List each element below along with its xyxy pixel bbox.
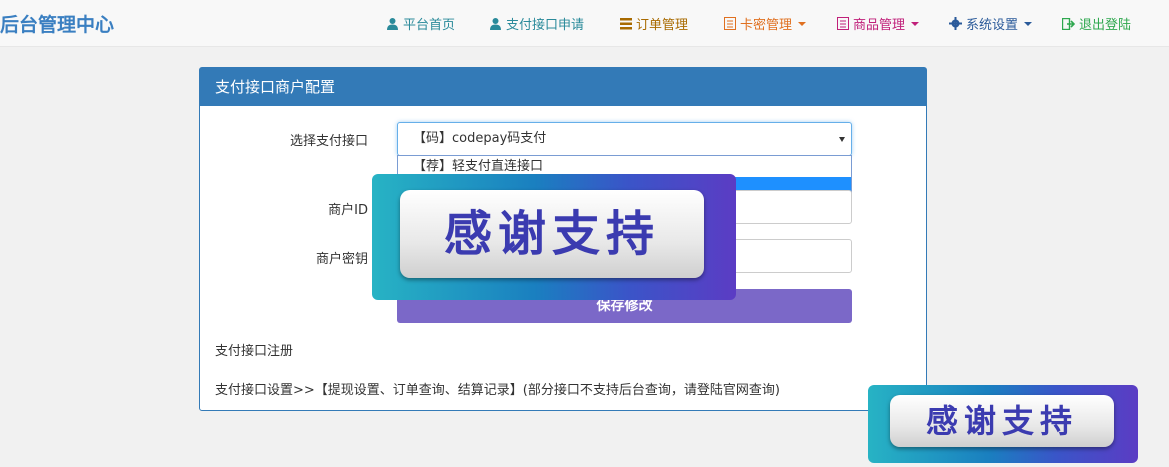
select-label: 选择支付接口 bbox=[289, 134, 368, 149]
nav-logout-label: 退出登陆 bbox=[1079, 18, 1132, 33]
nav-logout[interactable]: 退出登陆 bbox=[1062, 14, 1131, 33]
nav-system-settings-label: 系统设置 bbox=[966, 18, 1019, 33]
book-icon bbox=[724, 17, 736, 30]
thanks-overlay-text-small: 感谢支持 bbox=[890, 395, 1114, 447]
nav-orders[interactable]: 订单管理 bbox=[620, 14, 688, 33]
nav-pay-apply[interactable]: 支付接口申请 bbox=[489, 14, 584, 33]
chevron-down-icon bbox=[1024, 21, 1033, 26]
user-icon bbox=[490, 18, 501, 30]
book-icon bbox=[837, 17, 849, 30]
select-value: 【码】codepay码支付 bbox=[413, 131, 547, 146]
chevron-down-icon bbox=[911, 21, 920, 26]
logout-icon bbox=[1062, 17, 1075, 30]
chevron-down-icon bbox=[798, 21, 807, 26]
gear-icon bbox=[949, 17, 962, 30]
nav-system-settings[interactable]: 系统设置 bbox=[949, 14, 1033, 33]
panel-title: 支付接口商户配置 bbox=[200, 68, 926, 106]
nav-goods-manage[interactable]: 商品管理 bbox=[837, 14, 920, 33]
nav-goods-manage-label: 商品管理 bbox=[853, 18, 906, 33]
nav-pay-apply-label: 支付接口申请 bbox=[506, 18, 585, 33]
merchant-id-label: 商户ID bbox=[328, 203, 368, 218]
nav-card-manage[interactable]: 卡密管理 bbox=[724, 14, 807, 33]
pay-interface-register-link[interactable]: 支付接口注册 bbox=[215, 340, 293, 359]
pay-interface-settings-text[interactable]: 支付接口设置>>【提现设置、订单查询、结算记录】(部分接口不支持后台查询，请登陆… bbox=[215, 379, 780, 398]
nav-home[interactable]: 平台首页 bbox=[386, 14, 455, 33]
user-icon bbox=[387, 18, 398, 30]
chevron-down-icon bbox=[839, 137, 845, 142]
brand-title[interactable]: 后台管理中心 bbox=[0, 10, 114, 37]
nav-orders-label: 订单管理 bbox=[636, 18, 689, 33]
thanks-overlay-image-small: 感谢支持 bbox=[868, 385, 1138, 463]
list-icon bbox=[620, 17, 632, 29]
thanks-overlay-image: 感谢支持 bbox=[372, 174, 736, 300]
nav-home-label: 平台首页 bbox=[403, 18, 456, 33]
thanks-overlay-text: 感谢支持 bbox=[400, 190, 704, 278]
merchant-key-label: 商户密钥 bbox=[315, 252, 368, 267]
nav-card-manage-label: 卡密管理 bbox=[740, 18, 793, 33]
payment-interface-select[interactable]: 【码】codepay码支付 bbox=[397, 122, 852, 156]
top-navbar: 后台管理中心 平台首页 支付接口申请 订单管理 卡密管理 商品管理 系统设置 退… bbox=[0, 0, 1169, 47]
